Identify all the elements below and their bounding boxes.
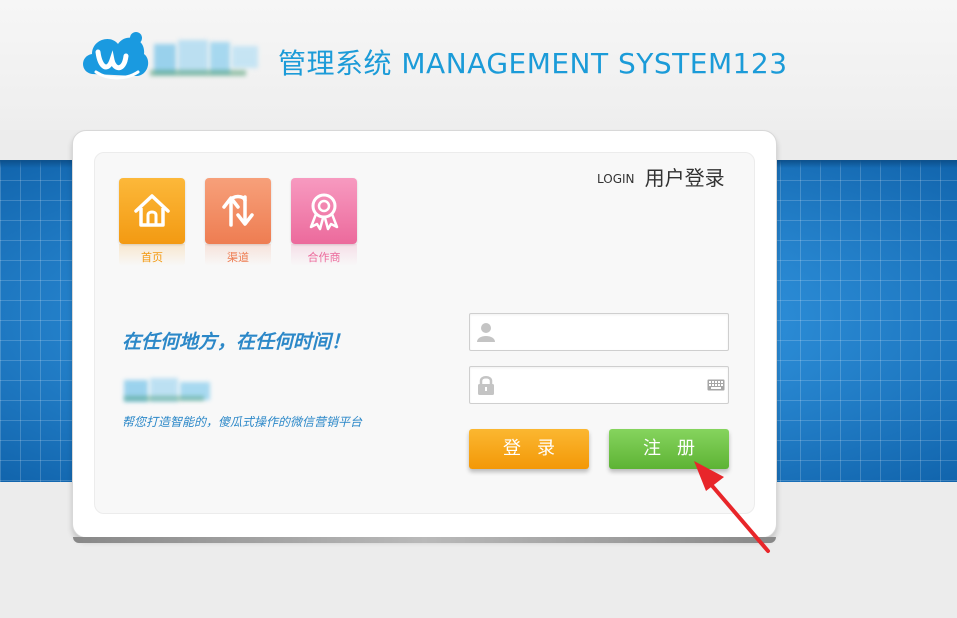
system-title: 管理系统 MANAGEMENT SYSTEM123 <box>278 47 788 80</box>
brand-name-blurred <box>150 36 260 80</box>
sub-brand-blurred <box>124 378 214 404</box>
tile-channel[interactable] <box>205 178 271 244</box>
password-field[interactable] <box>469 366 729 404</box>
tile-channel-label: 渠道 <box>227 251 249 264</box>
login-heading: LOGIN 用户登录 <box>597 162 725 191</box>
tile-partner[interactable] <box>291 178 357 244</box>
password-input[interactable] <box>502 367 706 403</box>
username-field[interactable] <box>469 313 729 351</box>
slogan: 在任何地方，在任何时间！ <box>122 331 351 353</box>
award-ribbon-icon <box>309 193 339 231</box>
username-input[interactable] <box>502 314 706 350</box>
login-button[interactable]: 登录 <box>469 429 589 469</box>
cloud-logo-icon <box>83 32 149 80</box>
login-heading-en: LOGIN <box>597 172 635 186</box>
keyboard-icon[interactable] <box>707 379 725 391</box>
lock-icon <box>478 376 494 395</box>
login-heading-cn: 用户登录 <box>644 166 725 190</box>
tagline: 帮您打造智能的，傻瓜式操作的微信营销平台 <box>122 415 363 429</box>
tile-home[interactable] <box>119 178 185 244</box>
swap-arrows-icon <box>222 194 254 227</box>
tile-partner-label: 合作商 <box>307 251 341 264</box>
home-icon <box>134 194 170 227</box>
tile-home-label: 首页 <box>141 251 163 264</box>
annotation-arrow-icon <box>694 461 770 553</box>
user-icon <box>477 323 495 342</box>
